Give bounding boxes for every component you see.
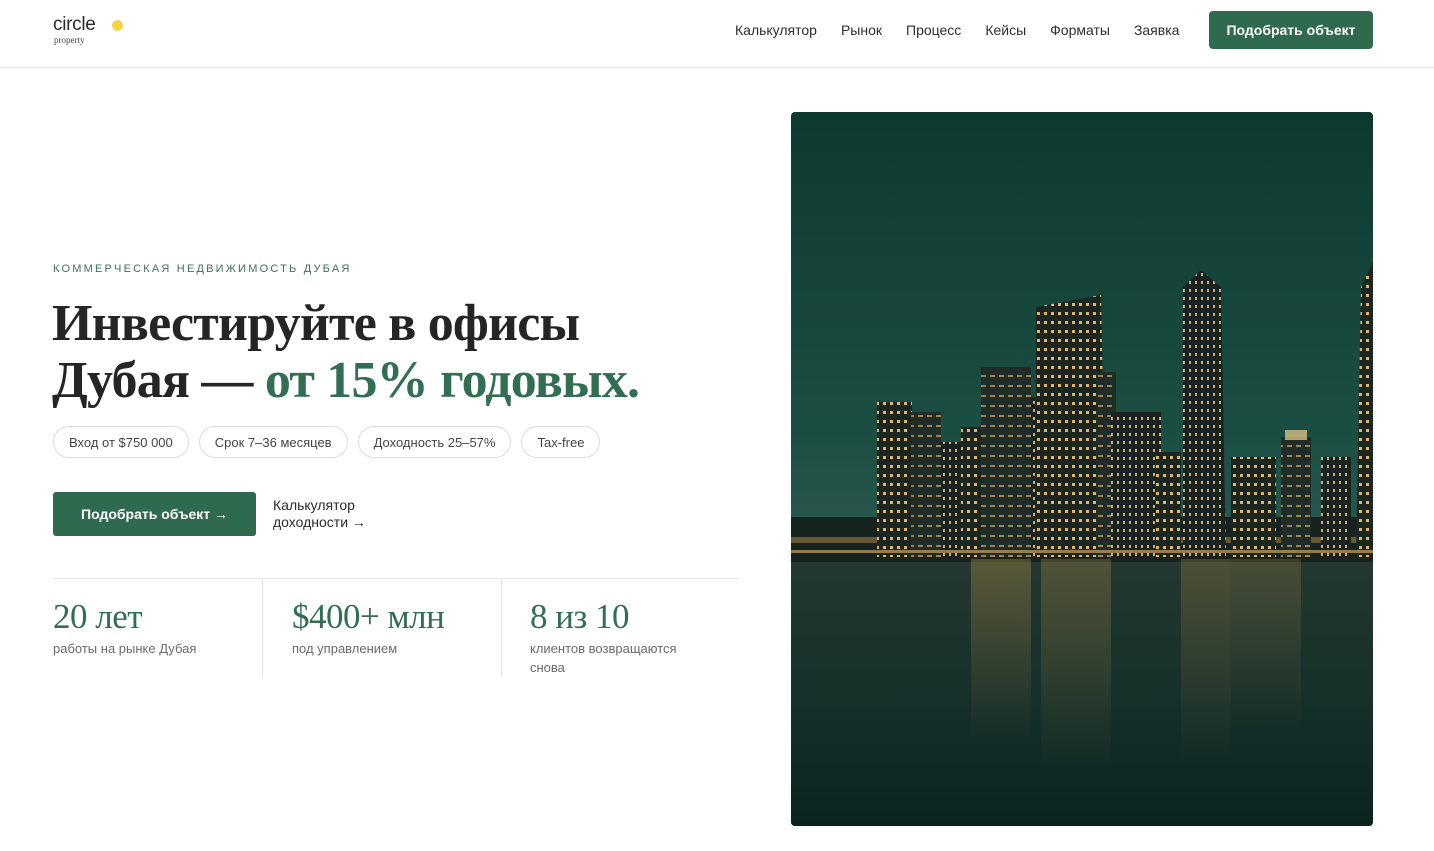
stat-value: $400+ млн (292, 597, 445, 636)
header-select-property-button[interactable]: Подобрать объект (1209, 11, 1373, 49)
chip-tax-free: Tax-free (521, 426, 601, 458)
stat-aum: $400+ млн под управлением (262, 579, 501, 676)
logo-wordmark: circle (53, 14, 96, 35)
nav-link-market[interactable]: Рынок (841, 21, 882, 39)
headline-line-1: Инвестируйте в офисы (52, 295, 580, 352)
nav-link-calculator[interactable]: Калькулятор (735, 21, 817, 39)
stat-label: клиентов возвращаются снова (530, 641, 677, 675)
main-nav: Калькулятор Рынок Процесс Кейсы Форматы … (735, 21, 1203, 39)
headline-accent: от 15% годовых. (264, 352, 640, 409)
stat-label: под управлением (292, 641, 398, 656)
hero-skyline-image (791, 112, 1373, 826)
calculator-link[interactable]: Калькулятор доходности → (273, 497, 413, 531)
logo-dot-icon (112, 20, 123, 31)
stat-value: 8 из 10 (530, 597, 630, 636)
hero-headline: Инвестируйте в офисы Дубая — от 15% годо… (52, 295, 752, 409)
hero-select-property-button[interactable]: Подобрать объект → (53, 492, 256, 536)
feature-chips: Вход от $750 000 Срок 7–36 месяцев Доход… (53, 426, 601, 458)
stat-label: работы на рынке Дубая (53, 641, 197, 656)
site-header: circle property Калькулятор Рынок Процес… (0, 0, 1434, 68)
stat-value: 20 лет (53, 597, 143, 636)
nav-link-cases[interactable]: Кейсы (985, 21, 1026, 39)
logo-subtitle: property (54, 35, 85, 45)
hero-eyebrow: Коммерческая недвижимость Дубая (53, 263, 352, 275)
nav-link-formats[interactable]: Форматы (1050, 21, 1110, 39)
chip-yield: Доходность 25–57% (357, 426, 512, 458)
chip-term: Срок 7–36 месяцев (198, 426, 348, 458)
chip-entry: Вход от $750 000 (53, 426, 189, 458)
stat-years: 20 лет работы на рынке Дубая (53, 579, 262, 676)
logo[interactable]: circle property (53, 14, 143, 50)
nav-link-process[interactable]: Процесс (906, 21, 961, 39)
headline-line-2: Дубая — (52, 352, 265, 409)
nav-link-request[interactable]: Заявка (1134, 21, 1179, 39)
stat-returning-clients: 8 из 10 клиентов возвращаются снова (501, 579, 739, 676)
